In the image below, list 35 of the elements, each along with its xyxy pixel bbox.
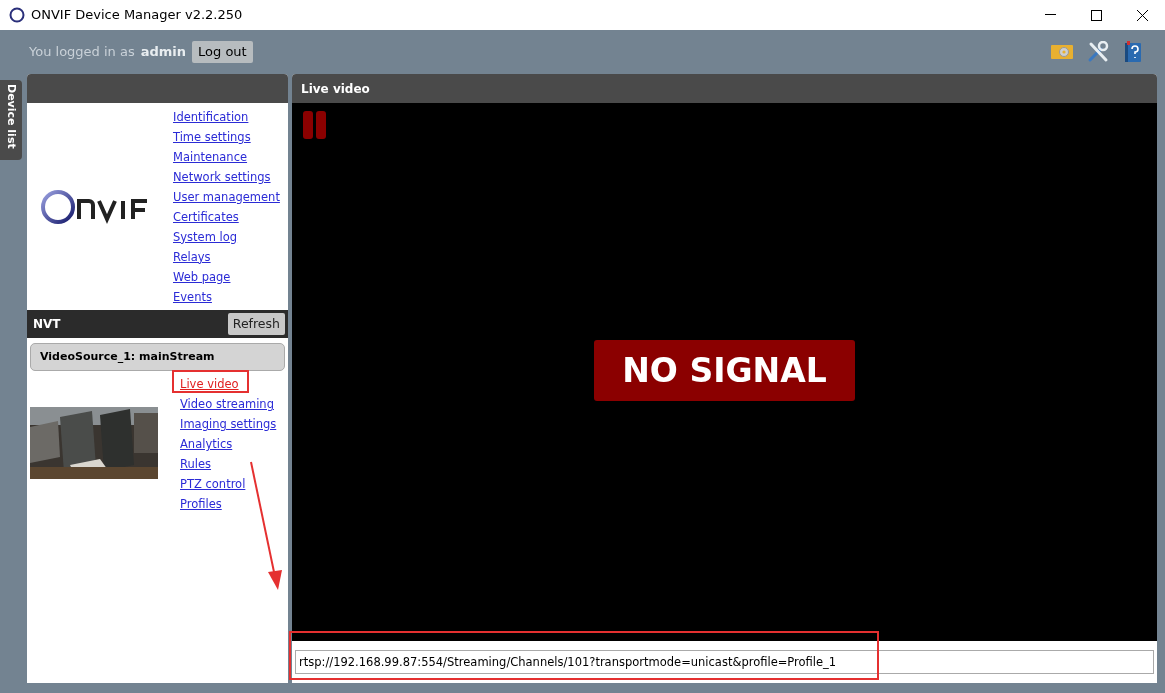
nvt-link[interactable]: Video streaming <box>180 394 277 414</box>
maximize-icon <box>1090 9 1102 21</box>
nvt-link[interactable]: Imaging settings <box>180 414 277 434</box>
nvt-link[interactable]: Profiles <box>180 494 277 514</box>
menu-link[interactable]: System log <box>173 226 280 247</box>
window-title: ONVIF Device Manager v2.2.250 <box>31 6 243 25</box>
refresh-button[interactable]: Refresh <box>227 313 285 335</box>
no-signal-banner: NO SIGNAL <box>594 339 855 401</box>
user-name: admin <box>140 43 187 62</box>
source-title: VideoSource_1: mainStream <box>40 348 215 365</box>
pause-icon[interactable] <box>303 111 327 139</box>
menu-link[interactable]: Identification <box>173 106 280 127</box>
stream-url-field[interactable]: rtsp://192.168.99.87:554/Streaming/Channels/101?transportmode=unicast&profile=Profile_1 <box>295 650 1154 674</box>
minimize-icon <box>1044 14 1056 16</box>
tools-icon[interactable] <box>1087 41 1109 63</box>
app-icon <box>9 7 25 23</box>
device-list-tab[interactable]: Device list <box>0 80 22 160</box>
menu-link[interactable]: Network settings <box>173 166 280 187</box>
nvt-link[interactable]: Live video <box>180 374 277 394</box>
nvt-link[interactable]: Rules <box>180 454 277 474</box>
logout-button[interactable]: Log out <box>192 41 253 63</box>
menu-link[interactable]: User management <box>173 186 280 207</box>
menu-link[interactable]: Events <box>173 286 280 307</box>
menu-link[interactable]: Web page <box>173 266 280 287</box>
menu-link[interactable]: Relays <box>173 246 280 267</box>
nvt-link[interactable]: Analytics <box>180 434 277 454</box>
menu-link[interactable]: Time settings <box>173 126 280 147</box>
menu-link[interactable]: Maintenance <box>173 146 280 167</box>
nvt-link[interactable]: PTZ control <box>180 474 277 494</box>
menu-link[interactable]: Certificates <box>173 206 280 227</box>
panel-title: Live video <box>301 80 370 98</box>
close-icon <box>1136 9 1148 21</box>
login-text: You logged in as <box>29 43 135 62</box>
help-book-icon[interactable] <box>1123 41 1143 63</box>
nvt-title: NVT <box>33 316 61 333</box>
